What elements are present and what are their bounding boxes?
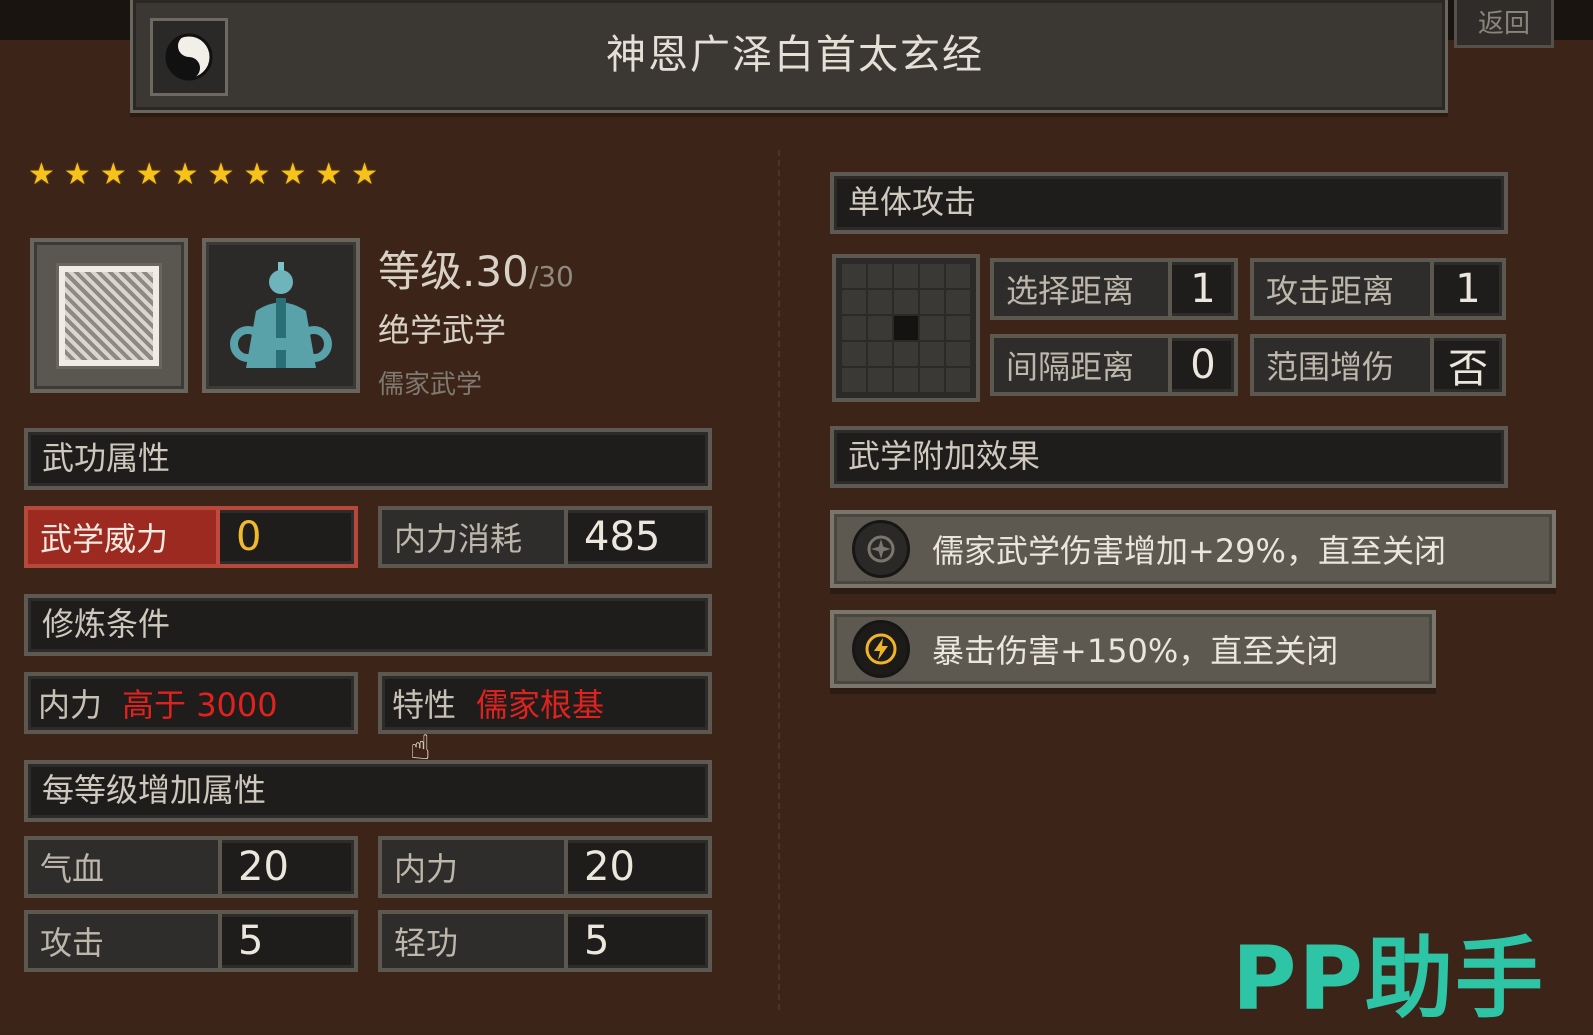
- stat-value: 5: [238, 918, 264, 964]
- skill-school: 儒家武学: [378, 370, 483, 400]
- cost-value: 485: [584, 514, 661, 560]
- power-label: 武学威力: [28, 510, 220, 564]
- compass-icon: [852, 520, 910, 578]
- requirements-header: 修炼条件: [24, 594, 712, 656]
- stat-value: 5: [584, 918, 610, 964]
- skill-category: 绝学武学: [378, 311, 507, 349]
- range-grid: [832, 254, 980, 402]
- scholar-slot: [202, 238, 360, 393]
- cost-cell: 内力消耗 485: [378, 506, 712, 568]
- yin-yang-icon: [150, 18, 228, 96]
- attack-type-header: 单体攻击: [830, 172, 1508, 234]
- star-icon: ★: [63, 157, 91, 192]
- stat-value: 20: [584, 844, 635, 890]
- star-rating: ★ ★ ★ ★ ★ ★ ★ ★ ★ ★: [28, 158, 378, 192]
- attack-range-cell: 攻击距离 1: [1250, 258, 1506, 320]
- aoe-label: 范围增伤: [1254, 338, 1434, 392]
- return-button[interactable]: 返回: [1454, 0, 1554, 48]
- stat-label: 攻击: [28, 914, 222, 968]
- watermark-logo: PP助手: [1232, 927, 1545, 1030]
- stat-label: 气血: [28, 840, 222, 894]
- level-label: 等级: [378, 247, 463, 296]
- select-range-label: 选择距离: [994, 262, 1172, 316]
- effect-item[interactable]: 儒家武学伤害增加+29%，直至关闭: [830, 510, 1556, 588]
- lightning-icon: [852, 620, 910, 678]
- requirement-trait: 特性 儒家根基: [378, 672, 712, 734]
- attack-range-value: 1: [1455, 266, 1481, 312]
- level-value: .30: [462, 247, 529, 296]
- power-cell: 武学威力 0: [24, 506, 358, 568]
- attack-range-label: 攻击距离: [1254, 262, 1434, 316]
- requirement-internal: 内力 高于 3000: [24, 672, 358, 734]
- level-max: /30: [528, 260, 574, 293]
- skill-level: 等级.30/30: [378, 238, 574, 299]
- req1-value: 高于 3000: [122, 686, 278, 724]
- effect-text: 暴击伤害+150%，直至关闭: [932, 632, 1339, 670]
- skill-title: 神恩广泽白首太玄经: [606, 32, 984, 78]
- aoe-value: 否: [1448, 346, 1488, 392]
- target-cell: [894, 316, 918, 340]
- star-icon: ★: [279, 157, 307, 192]
- effect-item[interactable]: 暴击伤害+150%，直至关闭: [830, 610, 1436, 688]
- stat-cell: 攻击 5: [24, 910, 358, 972]
- interval-cell: 间隔距离 0: [990, 334, 1238, 396]
- scholar-icon: [230, 261, 332, 368]
- star-icon: ★: [207, 157, 235, 192]
- interval-label: 间隔距离: [994, 338, 1172, 392]
- panel-divider: [778, 150, 780, 1010]
- star-icon: ★: [243, 157, 271, 192]
- star-icon: ★: [351, 157, 379, 192]
- power-value: 0: [236, 514, 262, 560]
- star-icon: ★: [99, 157, 127, 192]
- stat-label: 内力: [382, 840, 568, 894]
- per-level-header: 每等级增加属性: [24, 760, 712, 822]
- stat-cell: 内力 20: [378, 836, 712, 898]
- star-icon: ★: [315, 157, 343, 192]
- stat-cell: 轻功 5: [378, 910, 712, 972]
- aoe-cell: 范围增伤 否: [1250, 334, 1506, 396]
- cost-label: 内力消耗: [382, 510, 568, 564]
- hand-cursor-icon: ☝: [410, 728, 431, 768]
- attributes-header: 武功属性: [24, 428, 712, 490]
- star-icon: ★: [28, 157, 55, 192]
- req1-label: 内力: [38, 686, 103, 724]
- scroll-icon: [59, 265, 159, 366]
- star-icon: ★: [135, 157, 163, 192]
- stat-value: 20: [238, 844, 289, 890]
- stat-label: 轻功: [382, 914, 568, 968]
- stat-cell: 气血 20: [24, 836, 358, 898]
- select-range-cell: 选择距离 1: [990, 258, 1238, 320]
- star-icon: ★: [171, 157, 199, 192]
- req2-value: 儒家根基: [476, 686, 605, 724]
- select-range-value: 1: [1190, 266, 1216, 312]
- effects-header: 武学附加效果: [830, 426, 1508, 488]
- req2-label: 特性: [392, 686, 457, 724]
- manual-slot[interactable]: [30, 238, 188, 393]
- interval-value: 0: [1190, 342, 1216, 388]
- effect-text: 儒家武学伤害增加+29%，直至关闭: [932, 532, 1446, 570]
